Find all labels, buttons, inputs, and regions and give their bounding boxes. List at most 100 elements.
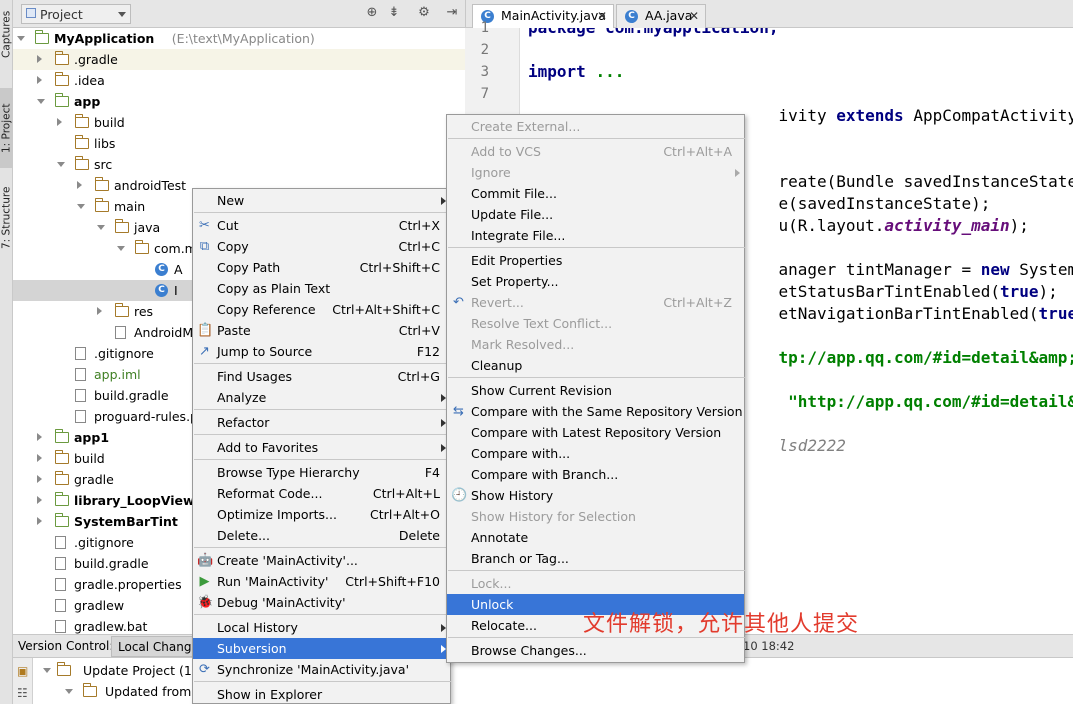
tree-label: java [134,220,161,235]
menu-item-analyze[interactable]: Analyze [193,387,450,408]
menu-item-compare-with-branch[interactable]: Compare with Branch... [447,464,744,485]
menu-item-refactor[interactable]: Refactor [193,412,450,433]
menu-separator [194,212,451,213]
tree-row[interactable]: .idea [13,70,465,91]
structure-tab[interactable]: 7: Structure [0,178,13,258]
menu-item-label: Run 'MainActivity' [217,574,329,589]
menu-item-copy[interactable]: ⧉ Copy Ctrl+C [193,236,450,257]
chevron-right-icon[interactable] [37,517,42,525]
menu-separator [194,434,451,435]
tree-icon[interactable]: ☷ [17,686,28,700]
tree-row[interactable]: src [13,154,465,175]
menu-item-browse-changes[interactable]: Browse Changes... [447,640,744,661]
menu-item-cut[interactable]: ✂ Cut Ctrl+X [193,215,450,236]
menu-item-label: Compare with Latest Repository Version [471,425,722,440]
chevron-down-icon[interactable] [17,36,25,41]
code-token: ... [595,62,625,81]
tab-main-activity[interactable]: C MainActivity.java ✕ [472,4,614,28]
menu-item-paste[interactable]: 📋 Paste Ctrl+V [193,320,450,341]
paste-icon: 📋 [197,323,214,338]
menu-item-cleanup[interactable]: Cleanup [447,355,744,376]
chevron-right-icon[interactable] [97,307,102,315]
folder-icon [56,662,71,676]
menu-item-show-history[interactable]: 🕘 Show History [447,485,744,506]
menu-item-add-to-favorites[interactable]: Add to Favorites [193,437,450,458]
menu-item-optimize-imports[interactable]: Optimize Imports... Ctrl+Alt+O [193,504,450,525]
chevron-down-icon[interactable] [117,246,125,251]
close-icon[interactable]: ✕ [597,9,607,23]
chevron-right-icon[interactable] [37,475,42,483]
tree-label: build [94,115,125,130]
menu-item-reformat-code[interactable]: Reformat Code... Ctrl+Alt+L [193,483,450,504]
menu-item-debug-mainactivity[interactable]: 🐞 Debug 'MainActivity' [193,592,450,613]
menu-item-compare-with-latest-repository-version[interactable]: Compare with Latest Repository Version [447,422,744,443]
menu-item-commit-file[interactable]: Commit File... [447,183,744,204]
menu-item-integrate-file[interactable]: Integrate File... [447,225,744,246]
tree-row[interactable]: .gradle [13,49,465,70]
project-tab[interactable]: 1: Project [0,88,13,168]
menu-item-compare-with-the-same-repository-version[interactable]: ⇆ Compare with the Same Repository Versio… [447,401,744,422]
tree-row[interactable]: app [13,91,465,112]
folder-icon [54,93,69,107]
menu-item-annotate[interactable]: Annotate [447,527,744,548]
target-icon[interactable]: ⊕ [365,6,379,20]
chevron-down-icon[interactable] [57,162,65,167]
chevron-down-icon[interactable] [97,225,105,230]
project-view-selector[interactable]: Project [21,4,131,24]
menu-item-label: Create 'MainActivity'... [217,553,358,568]
menu-item-copy-as-plain-text[interactable]: Copy as Plain Text [193,278,450,299]
menu-item-mark-resolved: Mark Resolved... [447,334,744,355]
menu-item-update-file[interactable]: Update File... [447,204,744,225]
chevron-right-icon[interactable] [77,181,82,189]
menu-item-browse-type-hierarchy[interactable]: Browse Type Hierarchy F4 [193,462,450,483]
chevron-right-icon[interactable] [37,496,42,504]
tree-row[interactable]: libs [13,133,465,154]
tree-row[interactable]: MyApplication (E:\text\MyApplication) [13,28,465,49]
class-icon: C [155,284,168,297]
chevron-right-icon[interactable] [37,76,42,84]
tree-row[interactable]: build [13,112,465,133]
menu-item-compare-with[interactable]: Compare with... [447,443,744,464]
menu-item-find-usages[interactable]: Find Usages Ctrl+G [193,366,450,387]
menu-item-synchronize-mainactivity-java[interactable]: ⟳ Synchronize 'MainActivity.java' [193,659,450,680]
menu-item-label: Show History [471,488,554,503]
captures-tab[interactable]: Captures [0,4,13,64]
tree-label: app.iml [94,367,141,382]
menu-item-branch-or-tag[interactable]: Branch or Tag... [447,548,744,569]
menu-item-copy-reference[interactable]: Copy Reference Ctrl+Alt+Shift+C [193,299,450,320]
tree-label: proguard-rules.p [94,409,198,424]
menu-item-show-current-revision[interactable]: Show Current Revision [447,380,744,401]
refresh-icon[interactable]: ▣ [17,664,28,678]
chevron-down-icon[interactable] [37,99,45,104]
menu-item-create-mainactivity[interactable]: 🤖 Create 'MainActivity'... [193,550,450,571]
menu-item-local-history[interactable]: Local History [193,617,450,638]
chevron-right-icon[interactable] [37,433,42,441]
editor-tab-bar: C MainActivity.java ✕ C AA.java ✕ [465,0,1073,28]
tab-aa[interactable]: C AA.java ✕ [616,4,706,28]
menu-item-delete[interactable]: Delete... Delete [193,525,450,546]
menu-item-set-property[interactable]: Set Property... [447,271,744,292]
menu-item-run-mainactivity[interactable]: ▶ Run 'MainActivity' Ctrl+Shift+F10 [193,571,450,592]
menu-item-show-in-explorer[interactable]: Show in Explorer [193,684,450,704]
folder-icon [34,30,49,44]
close-icon[interactable]: ✕ [689,9,699,23]
collapse-icon[interactable]: ⇟ [387,6,401,20]
shortcut-label: Ctrl+G [397,369,440,384]
menu-item-jump-to-source[interactable]: ↗ Jump to Source F12 [193,341,450,362]
gear-icon[interactable]: ⚙ [417,6,431,20]
menu-item-new[interactable]: New [193,190,450,211]
chevron-right-icon[interactable] [57,118,62,126]
hide-icon[interactable]: ⇥ [445,6,459,20]
shortcut-label: Ctrl+Alt+Z [663,295,732,310]
menu-item-subversion[interactable]: Subversion [193,638,450,659]
menu-item-copy-path[interactable]: Copy Path Ctrl+Shift+C [193,257,450,278]
menu-item-label: Mark Resolved... [471,337,575,352]
menu-item-add-to-vcs: Add to VCS Ctrl+Alt+A [447,141,744,162]
menu-item-edit-properties[interactable]: Edit Properties [447,250,744,271]
chevron-down-icon[interactable] [77,204,85,209]
menu-item-label: Commit File... [471,186,557,201]
chevron-right-icon[interactable] [37,55,42,63]
folder-icon [114,219,129,233]
shortcut-label: Ctrl+X [398,218,440,233]
chevron-right-icon[interactable] [37,454,42,462]
